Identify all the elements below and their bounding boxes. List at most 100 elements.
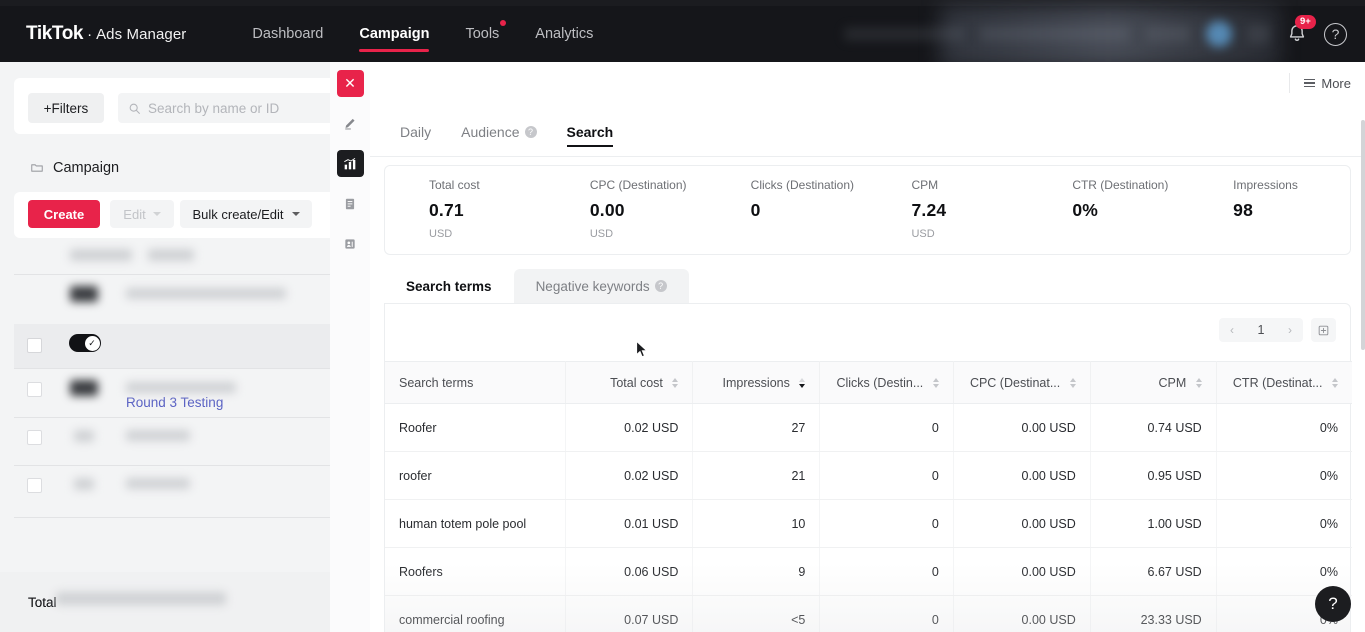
close-panel-button[interactable]: ✕: [336, 70, 364, 97]
tab-negative-keywords-label: Negative keywords: [535, 278, 650, 294]
support-fab-button[interactable]: ?: [1315, 586, 1351, 622]
audience-tool-button[interactable]: [337, 230, 364, 257]
export-button[interactable]: [1311, 318, 1336, 342]
row-checkbox[interactable]: [27, 382, 42, 397]
tools-notification-dot-icon: [500, 20, 507, 26]
chevron-left-icon: ‹: [1230, 323, 1234, 337]
cell-ctr: 0%: [1216, 451, 1352, 500]
metric-total-cost: Total cost 0.71 USD: [385, 178, 546, 240]
pagination-prev-button[interactable]: ‹: [1219, 318, 1245, 342]
campaign-status-toggle[interactable]: ✓: [69, 334, 101, 352]
col-label: Clicks (Destin...: [836, 375, 924, 390]
blurred-row-toggle: [74, 478, 94, 490]
cell-total-cost: 0.07 USD: [565, 595, 694, 632]
campaign-name-label: Round 3 Testing: [126, 395, 224, 410]
filters-button[interactable]: +Filters: [28, 93, 104, 123]
cell-cpm: 0.74 USD: [1090, 403, 1217, 452]
metric-value: 0%: [1072, 200, 1099, 220]
brand-name: TikTok: [26, 23, 84, 44]
table-row[interactable]: [14, 324, 330, 368]
analytics-tool-button[interactable]: [336, 150, 364, 177]
tab-daily[interactable]: Daily: [400, 107, 431, 157]
nav-item-analytics[interactable]: Analytics: [535, 6, 593, 62]
account-selector-blurred[interactable]: [844, 27, 964, 41]
table-row[interactable]: commercial roofing 0.07 USD <5 0 0.00 US…: [385, 595, 1352, 632]
blurred-row-name: [126, 382, 236, 393]
edit-dropdown-button[interactable]: Edit: [110, 200, 174, 228]
cell-cpm: 6.67 USD: [1090, 547, 1217, 596]
col-search-terms[interactable]: Search terms: [385, 361, 567, 404]
help-glyph: ?: [1331, 26, 1340, 42]
cell-search-term: Roofers: [385, 547, 567, 596]
col-ctr-destination[interactable]: CTR (Destinat...: [1216, 361, 1352, 404]
col-label: CPM: [1158, 375, 1187, 390]
row-checkbox[interactable]: [27, 478, 42, 493]
report-tool-button[interactable]: [337, 190, 364, 217]
metric-label: Total cost: [429, 178, 480, 192]
create-button[interactable]: Create: [28, 200, 100, 228]
cell-cpm: 1.00 USD: [1090, 499, 1217, 548]
nav-item-dashboard[interactable]: Dashboard: [252, 6, 323, 62]
metric-value: 98: [1233, 200, 1254, 220]
side-action-rail: ✕: [330, 62, 370, 632]
table-header-row: Search terms Total cost Impressions Clic…: [385, 361, 1352, 404]
col-impressions[interactable]: Impressions: [692, 361, 821, 404]
pagination-next-button[interactable]: ›: [1277, 318, 1303, 342]
sort-toggle-icon[interactable]: [1195, 378, 1202, 389]
sort-toggle-icon[interactable]: [1332, 378, 1338, 389]
cell-impressions: 10: [692, 499, 821, 548]
edit-tool-button[interactable]: [337, 110, 364, 137]
search-icon: [129, 103, 140, 114]
chart-icon: [344, 157, 356, 169]
table-row[interactable]: roofer 0.02 USD 21 0 0.00 USD 0.95 USD 0…: [385, 451, 1352, 500]
cell-clicks: 0: [819, 547, 954, 596]
row-divider: [14, 517, 330, 518]
pagination-current-page[interactable]: 1: [1245, 323, 1277, 337]
cell-impressions: 21: [692, 451, 821, 500]
advertiser-selector-blurred[interactable]: [980, 27, 1130, 41]
table-row[interactable]: Roofers 0.06 USD 9 0 0.00 USD 6.67 USD 0…: [385, 547, 1352, 596]
col-label: CPC (Destinat...: [969, 375, 1061, 390]
nav-icon-blurred[interactable]: [1248, 25, 1270, 43]
table-row[interactable]: human totem pole pool 0.01 USD 10 0 0.00…: [385, 499, 1352, 548]
bulk-create-edit-button[interactable]: Bulk create/Edit: [180, 200, 312, 228]
row-checkbox[interactable]: [27, 430, 42, 445]
pagination: ‹ 1 ›: [1219, 318, 1336, 342]
brand-subtitle: Ads Manager: [96, 26, 187, 43]
more-button[interactable]: More: [1289, 73, 1351, 93]
metric-unit: USD: [429, 228, 453, 240]
col-clicks-destination[interactable]: Clicks (Destin...: [819, 361, 954, 404]
col-cpm[interactable]: CPM: [1090, 361, 1217, 404]
tab-audience[interactable]: Audience ?: [461, 107, 537, 157]
avatar[interactable]: [1206, 21, 1232, 47]
tab-search-terms[interactable]: Search terms: [384, 269, 514, 303]
table-sub-tabs: Search terms Negative keywords ?: [384, 269, 1351, 303]
brand-logo[interactable]: TikTok · Ads Manager: [26, 23, 186, 45]
nav-item-tools[interactable]: Tools: [465, 6, 507, 62]
tab-negative-keywords[interactable]: Negative keywords ?: [513, 269, 689, 303]
col-cpc-destination[interactable]: CPC (Destinat...: [953, 361, 1091, 404]
search-analytics-panel: More Daily Audience ? Search Total cost …: [370, 62, 1365, 632]
cell-ctr: 0%: [1216, 403, 1352, 452]
sort-toggle-icon[interactable]: [672, 378, 679, 389]
row-checkbox[interactable]: [27, 338, 42, 353]
col-total-cost[interactable]: Total cost: [565, 361, 694, 404]
sort-toggle-icon[interactable]: [932, 378, 939, 389]
cell-cpc: 0.00 USD: [953, 499, 1091, 548]
nav-chip-blurred[interactable]: [1146, 26, 1190, 42]
campaign-name-link[interactable]: Round 3 Testing: [126, 395, 223, 410]
cell-search-term: human totem pole pool: [385, 499, 567, 548]
cell-cpc: 0.00 USD: [953, 403, 1091, 452]
notifications-button[interactable]: 9+: [1286, 15, 1316, 45]
sort-toggle-icon[interactable]: [1069, 378, 1076, 389]
metric-label: Clicks (Destination): [750, 178, 855, 192]
table-row[interactable]: Roofer 0.02 USD 27 0 0.00 USD 0.74 USD 0…: [385, 403, 1352, 452]
tab-search[interactable]: Search: [566, 107, 613, 157]
col-label: Search terms: [399, 375, 474, 390]
cell-cpm: 23.33 USD: [1090, 595, 1217, 632]
table-header: Search terms Total cost Impressions Clic…: [385, 361, 1352, 404]
sort-toggle-icon[interactable]: [799, 378, 806, 389]
page-scrollbar[interactable]: [1361, 120, 1365, 350]
help-button[interactable]: ?: [1324, 22, 1347, 46]
nav-item-campaign[interactable]: Campaign: [359, 6, 430, 62]
